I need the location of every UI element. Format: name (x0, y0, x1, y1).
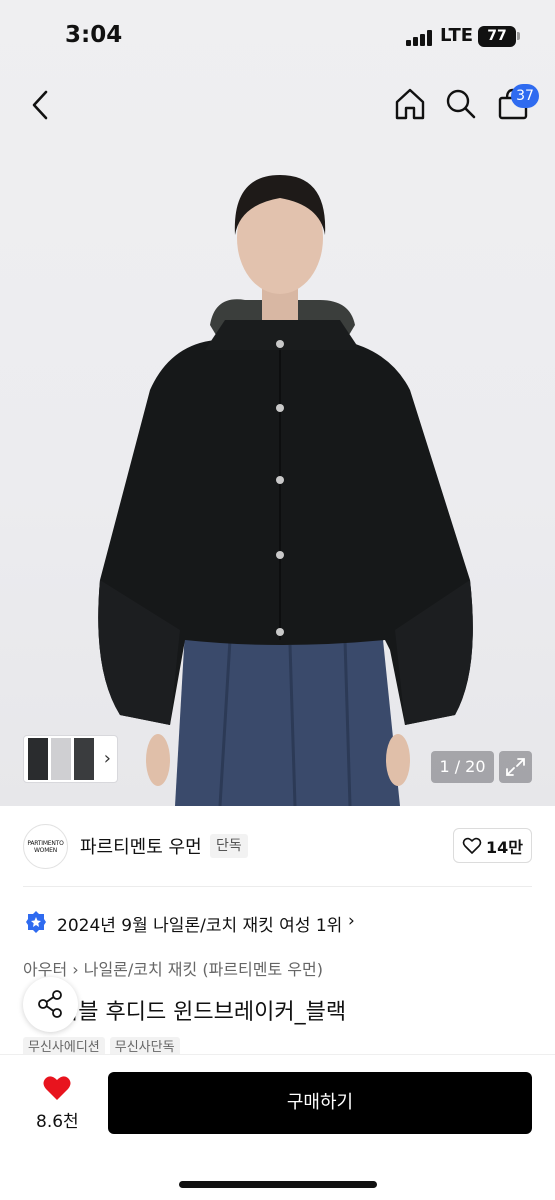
heart-outline-icon (462, 837, 482, 854)
brand-like-count: 14만 (486, 837, 523, 857)
share-button[interactable] (23, 977, 78, 1032)
buy-button[interactable]: 구매하기 (108, 1072, 532, 1134)
cart-count-badge: 37 (511, 84, 539, 108)
network-label: LTE (440, 25, 474, 46)
back-icon[interactable] (28, 88, 54, 122)
battery-tip (517, 32, 520, 40)
divider (23, 886, 532, 887)
search-icon[interactable] (445, 87, 477, 121)
chevron-right-icon[interactable]: › (104, 748, 111, 769)
status-time: 3:04 (65, 22, 123, 48)
image-counter: 1 / 20 (431, 751, 494, 783)
product-photo[interactable] (0, 150, 555, 806)
thumbnail-strip[interactable]: › (23, 735, 118, 783)
brand-logo[interactable]: PARTIMENTO WOMEN (23, 824, 68, 869)
product-image-gallery[interactable]: 3:04 LTE 77 37 › 1 / 20 (0, 0, 555, 806)
brand-name[interactable]: 파르티멘토 우먼 (80, 833, 202, 859)
thumbnail[interactable] (74, 738, 94, 780)
status-bar: 3:04 LTE 77 (0, 0, 555, 72)
battery-icon: 77 (478, 26, 516, 47)
chevron-right-icon[interactable]: › (348, 911, 355, 931)
brand-like-button[interactable]: 14만 (453, 828, 532, 863)
exclusive-badge: 단독 (210, 834, 248, 858)
home-icon[interactable] (393, 86, 427, 122)
thumbnail[interactable] (28, 738, 48, 780)
home-indicator (179, 1181, 377, 1188)
product-title: 시블 후디드 윈드브레이커_블랙 (58, 1000, 347, 1025)
thumbnail[interactable] (51, 738, 71, 780)
wishlist-count: 8.6천 (36, 1112, 79, 1132)
share-icon (38, 990, 62, 1018)
signal-icon (406, 30, 434, 46)
heart-icon[interactable] (42, 1074, 72, 1102)
ranking-badge-icon (26, 911, 46, 933)
ranking-text[interactable]: 2024년 9월 나일론/코치 재킷 여성 1위 (57, 911, 342, 936)
expand-icon[interactable] (499, 751, 532, 783)
